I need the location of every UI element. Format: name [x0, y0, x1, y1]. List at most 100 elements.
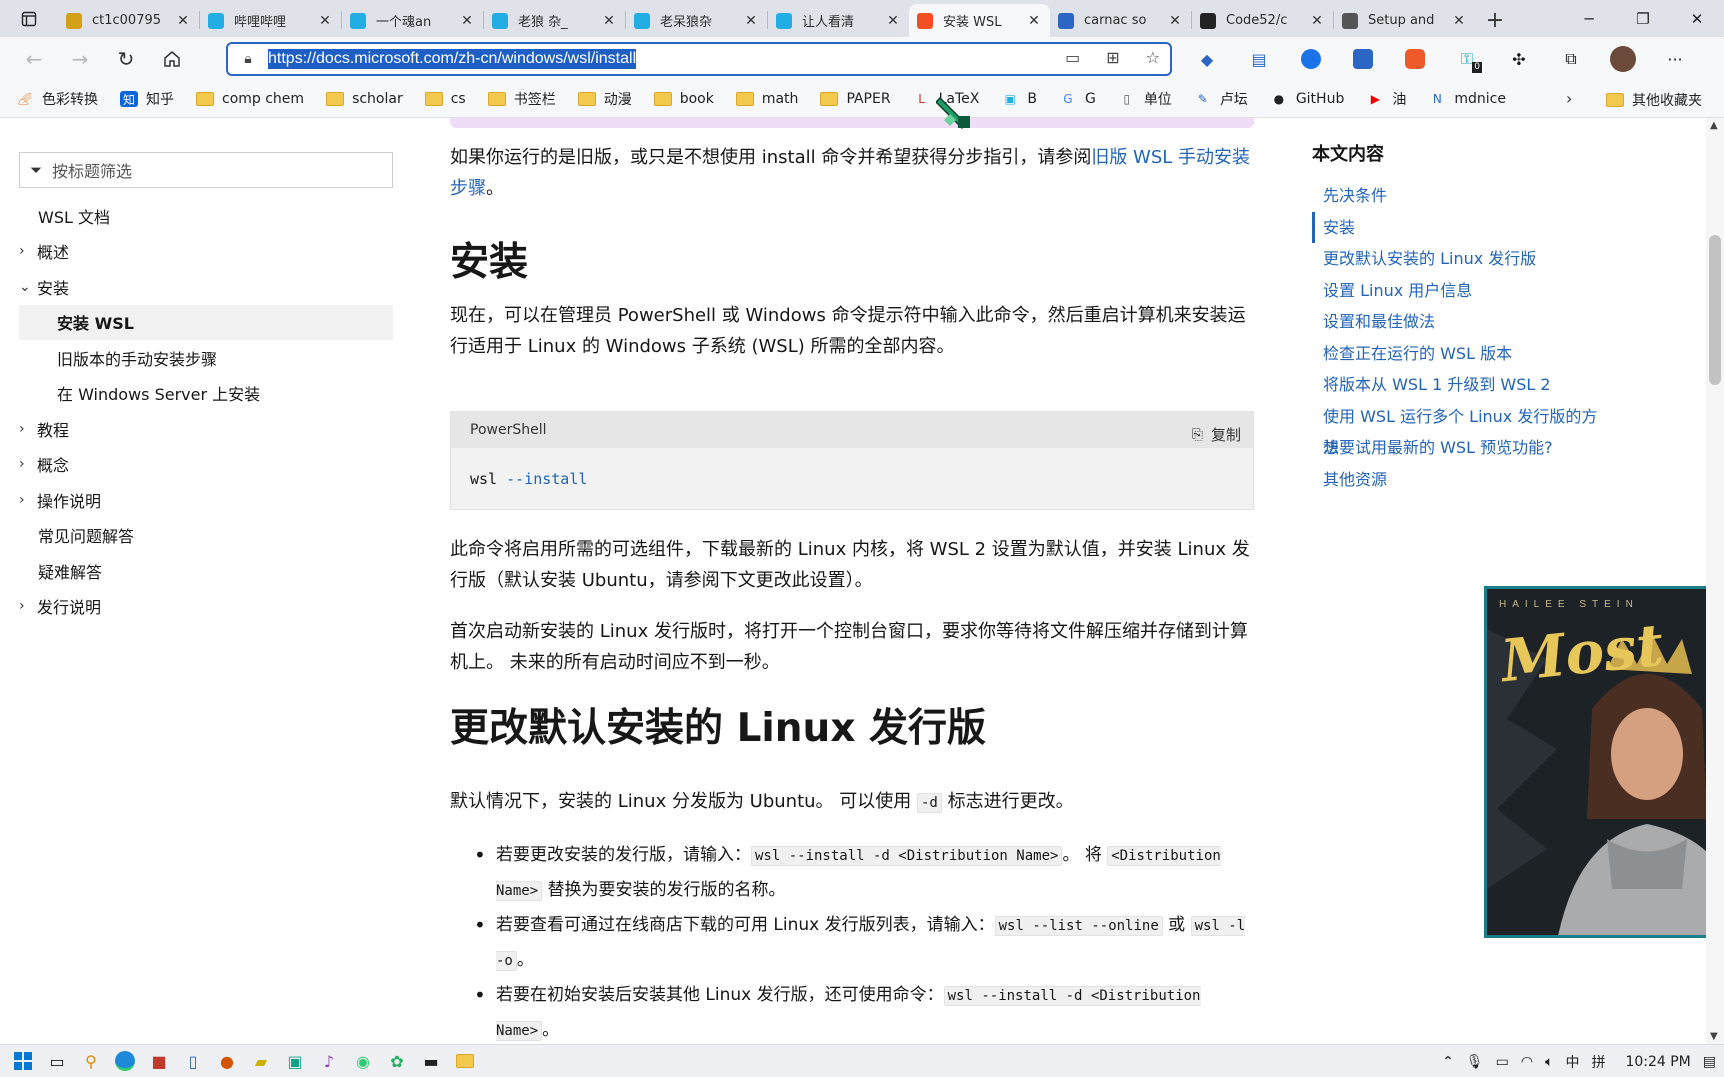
apps-icon[interactable]: ⊞ [1106, 48, 1119, 67]
restore-button[interactable]: ❐ [1616, 10, 1670, 28]
nav-item[interactable]: 疑难解答 [19, 553, 393, 589]
favorite-item[interactable]: 书签栏 [487, 89, 556, 109]
tab-close-icon[interactable]: ✕ [459, 13, 475, 29]
favorite-item[interactable]: ▶ 油 [1366, 89, 1407, 109]
tab-close-icon[interactable]: ✕ [1167, 13, 1183, 29]
nav-item[interactable]: 旧版本的手动安装步骤 [19, 340, 393, 376]
toc-link[interactable]: 检查正在运行的 WSL 版本 [1312, 338, 1612, 370]
tab-close-icon[interactable]: ✕ [743, 13, 759, 29]
tab[interactable]: 一个魂an ✕ [342, 4, 483, 37]
edge-icon[interactable] [108, 1047, 142, 1075]
tray-overflow-icon[interactable]: ⌃ [1442, 1054, 1454, 1070]
extension-4-icon[interactable] [1346, 43, 1380, 75]
favorite-item[interactable]: 知知乎 [120, 89, 174, 109]
tab[interactable]: carnac so ✕ [1050, 4, 1191, 37]
nav-item[interactable]: › 概念 [19, 447, 393, 483]
clock[interactable]: 10:24 PM [1625, 1054, 1690, 1070]
tab[interactable]: Code52/c ✕ [1192, 4, 1333, 37]
back-button[interactable]: ← [14, 41, 54, 77]
tab-close-icon[interactable]: ✕ [1451, 13, 1467, 29]
tab[interactable]: Setup and ✕ [1334, 4, 1475, 37]
more-menu-icon[interactable]: ··· [1658, 43, 1692, 75]
favorite-item[interactable]: book [653, 91, 714, 107]
favorite-item[interactable]: 动漫 [577, 89, 632, 109]
app-red-icon[interactable]: ■ [142, 1047, 176, 1075]
favorite-star-icon[interactable]: ☆ [1146, 48, 1160, 67]
toc-link[interactable]: 更改默认安装的 Linux 发行版 [1312, 243, 1612, 275]
terminal-icon[interactable]: ▬ [414, 1047, 448, 1075]
tab-close-icon[interactable]: ✕ [885, 13, 901, 29]
notifications-icon[interactable]: ▤ [1703, 1054, 1716, 1070]
nav-item[interactable]: WSL 文档 [19, 198, 393, 234]
microphone-icon[interactable]: 🎙︎ [1466, 1054, 1484, 1070]
favorites-more-chevron-icon[interactable]: › [1566, 89, 1572, 108]
favorite-item[interactable]: ✎ 卢坛 [1194, 89, 1248, 109]
extension-2-icon[interactable]: ▤ [1242, 43, 1276, 75]
wifi-icon[interactable]: ◠ [1521, 1054, 1533, 1070]
start-button[interactable] [6, 1047, 40, 1075]
other-favorites[interactable]: 其他收藏夹 [1606, 90, 1702, 110]
favorite-item[interactable]: ● GitHub [1270, 91, 1345, 107]
nav-item[interactable]: 在 Windows Server 上安装 [19, 376, 393, 412]
favorite-item[interactable]: ▣ B [1001, 91, 1037, 107]
app-weibo-icon[interactable]: ● [210, 1047, 244, 1075]
favorite-item[interactable]: 🌈︎ 色彩转换 [16, 89, 98, 109]
volume-icon[interactable]: 🔈︎ [1545, 1054, 1553, 1070]
extension-1-icon[interactable]: ◆ [1190, 43, 1224, 75]
reader-view-icon[interactable]: ▭ [1065, 48, 1080, 67]
nav-item[interactable]: ⌄ 安装 [19, 269, 393, 305]
address-bar[interactable]: 🔒︎ https://docs.microsoft.com/zh-cn/wind… [226, 42, 1172, 76]
tab-close-icon[interactable]: ✕ [1026, 13, 1042, 29]
toc-link[interactable]: 想要试用最新的 WSL 预览功能? [1312, 432, 1612, 464]
tab[interactable]: 老狼 杂_ ✕ [484, 4, 625, 37]
favorite-item[interactable]: math [735, 91, 798, 107]
toc-link[interactable]: 安装 [1312, 211, 1612, 243]
tab-close-icon[interactable]: ✕ [175, 13, 191, 29]
favorite-item[interactable]: ▯ 单位 [1118, 89, 1172, 109]
favorite-item[interactable]: scholar [326, 91, 403, 107]
close-window-button[interactable]: ✕ [1670, 10, 1724, 28]
favorite-item[interactable]: Nmdnice [1428, 91, 1506, 107]
nav-item[interactable]: › 概述 [19, 234, 393, 270]
reader-app-icon[interactable]: ▯ [176, 1047, 210, 1075]
search-icon[interactable]: ⚲ [74, 1047, 108, 1075]
scrollbar-thumb[interactable] [1709, 235, 1721, 385]
refresh-button[interactable]: ↻ [106, 41, 146, 77]
nav-item[interactable]: 安装 WSL [19, 304, 393, 340]
avatar[interactable] [1606, 43, 1640, 75]
url-text[interactable]: https://docs.microsoft.com/zh-cn/windows… [268, 49, 637, 69]
extension-3-icon[interactable] [1294, 43, 1328, 75]
favorite-item[interactable]: GG [1059, 91, 1096, 107]
toc-link[interactable]: 其他资源 [1312, 464, 1612, 496]
app-yellow-icon[interactable]: ▰ [244, 1047, 278, 1075]
toc-link[interactable]: 设置和最佳做法 [1312, 306, 1612, 338]
ime-mode[interactable]: 拼 [1591, 1052, 1605, 1072]
toc-link[interactable]: 先决条件 [1312, 180, 1612, 212]
tab[interactable]: 哔哩哔哩 ✕ [200, 4, 341, 37]
copy-button[interactable]: ⎘ 复制 [1192, 420, 1241, 451]
toc-link[interactable]: 将版本从 WSL 1 升级到 WSL 2 [1312, 369, 1612, 401]
toc-link[interactable]: 设置 Linux 用户信息 [1312, 275, 1612, 307]
page-scrollbar[interactable]: ▲ ▼ [1706, 118, 1724, 1044]
collections-icon[interactable]: ⧉ [1554, 43, 1588, 75]
extensions-puzzle-icon[interactable]: ✣ [1502, 43, 1536, 75]
app-teal-icon[interactable]: ▣ [278, 1047, 312, 1075]
nav-item[interactable]: › 教程 [19, 411, 393, 447]
ime-language[interactable]: 中 [1565, 1052, 1579, 1072]
toc-link[interactable]: 使用 WSL 运行多个 Linux 发行版的方法 [1312, 401, 1612, 458]
file-explorer-icon[interactable] [448, 1047, 482, 1075]
favorite-item[interactable]: PAPER [820, 91, 891, 107]
tab[interactable]: 老呆狼杂 ✕ [626, 4, 767, 37]
favorite-item[interactable]: cs [424, 91, 466, 107]
home-button[interactable] [152, 41, 192, 77]
forward-button[interactable]: → [60, 41, 100, 77]
battery-icon[interactable]: ▭ [1496, 1054, 1509, 1070]
minimize-button[interactable]: ─ [1562, 10, 1616, 28]
music-app-icon[interactable]: ♪ [312, 1047, 346, 1075]
tab[interactable]: 安装 WSL ✕ [909, 4, 1050, 37]
tab-actions-button[interactable] [0, 0, 58, 37]
tab[interactable]: 让人看清 ✕ [768, 4, 909, 37]
tab-close-icon[interactable]: ✕ [601, 13, 617, 29]
lock-icon[interactable]: 🔒︎ [228, 51, 268, 67]
nav-item[interactable]: › 操作说明 [19, 482, 393, 518]
